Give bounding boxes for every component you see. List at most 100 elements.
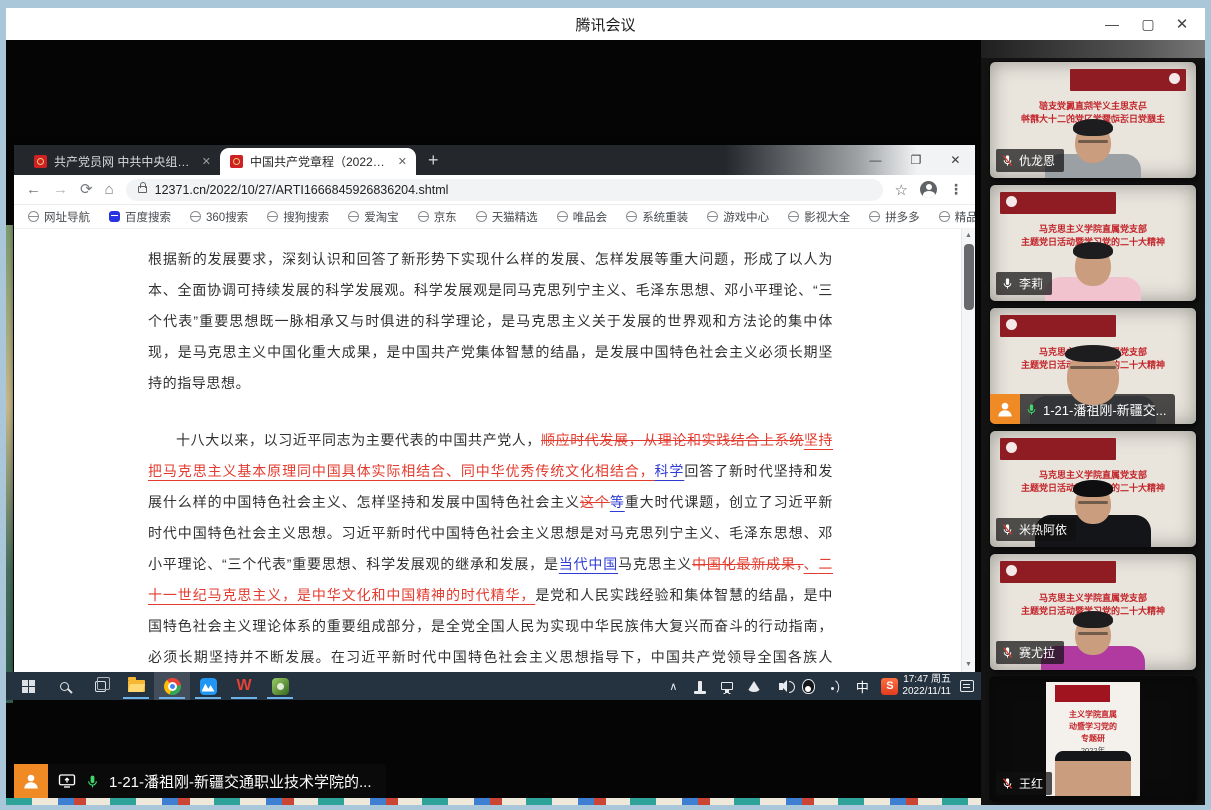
forward-icon[interactable]: → — [53, 182, 68, 197]
bookmark-item[interactable]: 精品购物 — [938, 209, 975, 225]
taskbar-search-button[interactable] — [46, 672, 82, 700]
deleted-text: 这个 — [580, 494, 610, 510]
browser-tab-2-active[interactable]: 中国共产党章程（2022年新旧对 ✕ — [220, 148, 416, 175]
bookmark-item[interactable]: 系统重装 — [626, 209, 688, 225]
clock-time: 17:47 周五 — [903, 674, 951, 685]
webpage: 根据新的发展要求，深刻认识和回答了新形势下实现什么样的发展、怎样发展等重大问题，… — [14, 229, 975, 672]
bookmark-item[interactable]: 天猫精选 — [475, 209, 538, 225]
bookmark-label: 网址导航 — [44, 211, 90, 224]
maximize-button[interactable]: ▢ — [1131, 8, 1165, 40]
globe-icon — [267, 211, 279, 222]
taskbar-file-explorer-button[interactable] — [118, 672, 154, 700]
browser-minimize-button[interactable]: — — [870, 153, 882, 167]
bookmark-label: 唯品会 — [572, 211, 608, 224]
notification-center-icon[interactable] — [959, 677, 975, 695]
tray-chevron-up-icon[interactable] — [665, 677, 681, 695]
taskbar-start-button[interactable] — [10, 672, 46, 700]
tray-sogou-icon[interactable]: S — [881, 677, 899, 695]
taskbar-wps-office-button[interactable] — [226, 672, 262, 700]
tray-usb-icon[interactable] — [692, 677, 708, 695]
bookmark-item[interactable]: 360搜索 — [190, 209, 248, 225]
person-head — [1075, 123, 1111, 163]
home-icon[interactable]: ⌂ — [105, 182, 114, 197]
scroll-down-arrow-icon[interactable] — [962, 658, 975, 672]
banner-header — [1000, 560, 1116, 583]
participant-tile[interactable]: 主义学院直属动暨学习党的专题研2022年王红 — [990, 677, 1196, 801]
tray-qq-icon[interactable] — [800, 677, 816, 695]
reload-icon[interactable]: ⟳ — [80, 182, 93, 197]
party-emblem-favicon-icon — [230, 155, 243, 168]
system-tray: 中S — [665, 677, 899, 695]
participant-tile[interactable]: 马克思主义学院直属党支部主题党日活动暨学习党的二十大精神仇龙恩 — [990, 62, 1196, 178]
tab-close-icon[interactable]: ✕ — [202, 155, 211, 168]
mic-speaking-icon — [85, 774, 100, 789]
mic-on-icon — [1001, 277, 1014, 290]
browser-tab-1[interactable]: 共产党员网 中共中央组织部 ✕ — [24, 148, 220, 175]
browser-menu-icon[interactable]: ⋮ — [949, 181, 963, 198]
bookmark-item[interactable]: 唯品会 — [556, 209, 608, 225]
bookmark-item[interactable]: 游戏中心 — [707, 209, 769, 225]
minimize-button[interactable]: — — [1095, 8, 1129, 40]
body-text: 十八大以来，以习近平同志为主要代表的中国共产党人， — [176, 432, 541, 448]
bookmark-label: 搜狗搜索 — [283, 211, 330, 224]
voice-glyph — [830, 686, 834, 690]
banner-line: 主义学院直属 — [1068, 709, 1117, 719]
taskbar-chrome-button[interactable] — [154, 672, 190, 700]
start-icon — [21, 679, 28, 686]
bookmark-item[interactable]: 爱淘宝 — [348, 209, 399, 225]
tray-voice-icon[interactable] — [827, 677, 843, 695]
participant-tile[interactable]: 马克思主义学院直属党支部主题党日活动暨学习党的二十大精神专题李莉 — [990, 185, 1196, 301]
bookmark-label: 拼多多 — [885, 211, 920, 224]
tab-close-icon[interactable]: ✕ — [398, 155, 407, 168]
tray-wifi-icon[interactable] — [746, 677, 762, 695]
participant-tile[interactable]: 马克思主义学院直属党支部主题党日活动暨学习党的二十大精神米热阿依 — [990, 431, 1196, 547]
bookmark-item[interactable]: 拼多多 — [869, 209, 920, 225]
scroll-up-arrow-icon[interactable] — [962, 229, 975, 243]
paragraph: 十八大以来，以习近平同志为主要代表的中国共产党人，顺应时代发展，从理论和实践结合… — [148, 425, 833, 672]
scrollbar[interactable] — [961, 229, 975, 672]
mic-muted-icon — [1001, 646, 1014, 659]
globe-icon — [938, 211, 950, 222]
bookmark-item[interactable]: 搜狗搜索 — [267, 209, 329, 225]
page-url: 12371.cn/2022/10/27/ARTI1666845926836204… — [154, 182, 449, 197]
participants-sidebar: 马克思主义学院直属党支部主题党日活动暨学习党的二十大精神仇龙恩马克思主义学院直属… — [981, 40, 1205, 805]
tray-volume-icon[interactable] — [773, 677, 796, 695]
taskbar-game-center-button[interactable] — [262, 672, 298, 700]
body-text: 根据新的发展要求，深刻认识和回答了新形势下实现什么样的发展、怎样发展等重大问题，… — [148, 251, 833, 391]
browser-close-button[interactable]: ✕ — [950, 153, 960, 167]
meeting-content: 共产党员网 中共中央组织部 ✕ 中国共产党章程（2022年新旧对 ✕ + — ❐… — [6, 40, 1205, 805]
back-icon[interactable]: ← — [26, 182, 41, 197]
taskbar-task-view-button[interactable] — [82, 672, 118, 700]
globe-icon — [190, 211, 201, 222]
profile-avatar-icon[interactable] — [920, 181, 937, 198]
tray-network-icon[interactable] — [719, 677, 735, 695]
taskbar-tencent-meeting-button[interactable] — [190, 672, 226, 700]
new-tab-button[interactable]: + — [428, 150, 439, 171]
tray-ime-icon[interactable]: 中 — [854, 677, 870, 695]
participant-tile[interactable]: 马克思主义学院直属党支部主题党日活动暨学习党的二十大精神1-21-潘祖刚-新疆交… — [990, 308, 1196, 424]
taskbar-clock[interactable]: 17:47 周五 2022/11/11 — [902, 674, 951, 698]
bookmark-item[interactable]: 影视大全 — [788, 209, 850, 225]
scrollbar-thumb[interactable] — [964, 244, 974, 310]
bookmark-item[interactable]: 京东 — [417, 209, 457, 225]
bookmark-item[interactable]: 网址导航 — [28, 209, 90, 225]
browser-restore-button[interactable]: ❐ — [911, 153, 922, 167]
close-button[interactable]: ✕ — [1165, 8, 1199, 40]
bookmark-label: 百度搜索 — [125, 211, 171, 224]
bookmark-star-icon[interactable]: ☆ — [895, 181, 908, 199]
participant-tile[interactable]: 马克思主义学院直属党支部主题党日活动暨学习党的二十大精神赛尤拉 — [990, 554, 1196, 670]
meeting-title: 腾讯会议 — [575, 16, 636, 34]
address-bar[interactable]: 12371.cn/2022/10/27/ARTI1666845926836204… — [125, 178, 883, 201]
globe-icon — [28, 211, 39, 222]
tencent-meeting-icon — [199, 677, 217, 695]
screen-share-icon — [58, 772, 76, 790]
search-icon — [59, 681, 69, 691]
globe-icon — [707, 211, 719, 222]
person-head — [1073, 242, 1113, 286]
desktop-peek-strip — [6, 798, 981, 805]
bookmark-label: 天猫精选 — [491, 211, 538, 224]
speaker-name: 1-21-潘祖刚-新疆交通职业技术学院的... — [109, 773, 372, 791]
globe-icon — [556, 211, 568, 222]
bookmark-item[interactable]: 百度搜索 — [109, 209, 171, 225]
inserted-text: 等 — [609, 494, 625, 510]
